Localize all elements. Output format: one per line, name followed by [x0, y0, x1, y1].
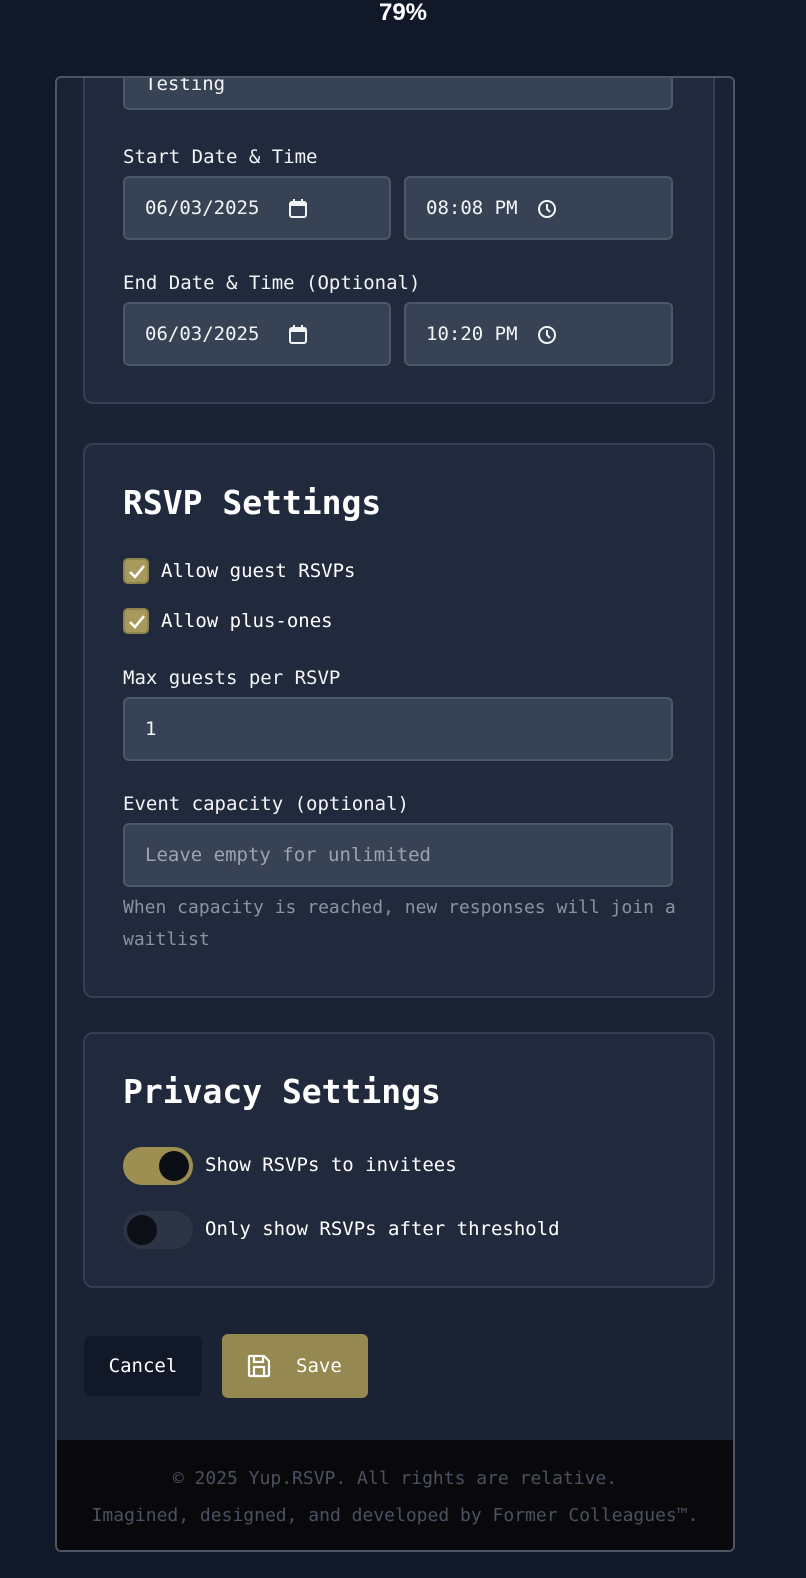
start-date-value: 06/03/2025 [145, 197, 260, 219]
event-title-value: Testing [145, 76, 226, 95]
event-capacity-input[interactable]: Leave empty for unlimited [123, 823, 673, 887]
show-rsvps-label[interactable]: Show RSVPs to invitees [205, 1154, 457, 1176]
capacity-help-text: When capacity is reached, new responses … [123, 892, 683, 956]
privacy-settings-card: Privacy Settings Show RSVPs to invitees … [83, 1032, 715, 1288]
calendar-icon[interactable] [287, 198, 309, 225]
threshold-toggle[interactable] [123, 1211, 193, 1249]
max-guests-input[interactable]: 1 [123, 697, 673, 761]
cancel-button-label: Cancel [108, 1355, 178, 1377]
start-date-input[interactable]: 06/03/2025 [123, 176, 391, 240]
allow-plus-ones-label[interactable]: Allow plus-ones [161, 610, 333, 632]
threshold-label[interactable]: Only show RSVPs after threshold [205, 1218, 560, 1240]
rsvp-settings-heading: RSVP Settings [123, 483, 382, 522]
allow-guest-rsvps-checkbox[interactable] [123, 558, 149, 584]
clock-icon[interactable] [536, 198, 558, 225]
max-guests-value: 1 [145, 718, 157, 740]
save-icon [247, 1354, 271, 1378]
start-time-input[interactable]: 08:08 PM [404, 176, 673, 240]
allow-plus-ones-checkbox[interactable] [123, 608, 149, 634]
max-guests-label: Max guests per RSVP [123, 667, 341, 689]
checkmark-icon [129, 565, 145, 579]
calendar-icon[interactable] [287, 324, 309, 351]
event-title-input[interactable]: Testing [123, 76, 673, 110]
event-capacity-placeholder: Leave empty for unlimited [145, 844, 431, 866]
event-edit-panel: Testing Start Date & Time 06/03/2025 08:… [55, 76, 735, 1552]
event-details-card: Testing Start Date & Time 06/03/2025 08:… [83, 76, 715, 404]
toggle-knob [159, 1151, 189, 1181]
checkmark-icon [129, 615, 145, 629]
cancel-button[interactable]: Cancel [84, 1336, 202, 1396]
end-time-input[interactable]: 10:20 PM [404, 302, 673, 366]
end-time-value: 10:20 PM [426, 323, 518, 345]
footer: © 2025 Yup.RSVP. All rights are relative… [57, 1440, 733, 1550]
end-date-label: End Date & Time (Optional) [123, 272, 421, 294]
capacity-help-line1: When capacity is reached, new responses … [123, 897, 676, 918]
show-rsvps-toggle[interactable] [123, 1147, 193, 1185]
toggle-knob [127, 1215, 157, 1245]
event-capacity-label: Event capacity (optional) [123, 793, 409, 815]
save-button-label: Save [296, 1355, 342, 1377]
end-date-value: 06/03/2025 [145, 323, 260, 345]
capacity-help-line2: waitlist [123, 929, 210, 950]
end-date-input[interactable]: 06/03/2025 [123, 302, 391, 366]
password-manager-icon[interactable] [643, 78, 663, 85]
start-time-value: 08:08 PM [426, 197, 518, 219]
footer-copyright: © 2025 Yup.RSVP. All rights are relative… [172, 1468, 618, 1489]
zoom-level: 79% [378, 0, 428, 26]
rsvp-settings-card: RSVP Settings Allow guest RSVPs Allow pl… [83, 443, 715, 998]
allow-guest-rsvps-label[interactable]: Allow guest RSVPs [161, 560, 355, 582]
clock-icon[interactable] [536, 324, 558, 351]
start-date-label: Start Date & Time [123, 146, 318, 168]
footer-credits: Imagined, designed, and developed by For… [91, 1505, 699, 1526]
privacy-settings-heading: Privacy Settings [123, 1072, 441, 1111]
save-button[interactable]: Save [222, 1334, 368, 1398]
